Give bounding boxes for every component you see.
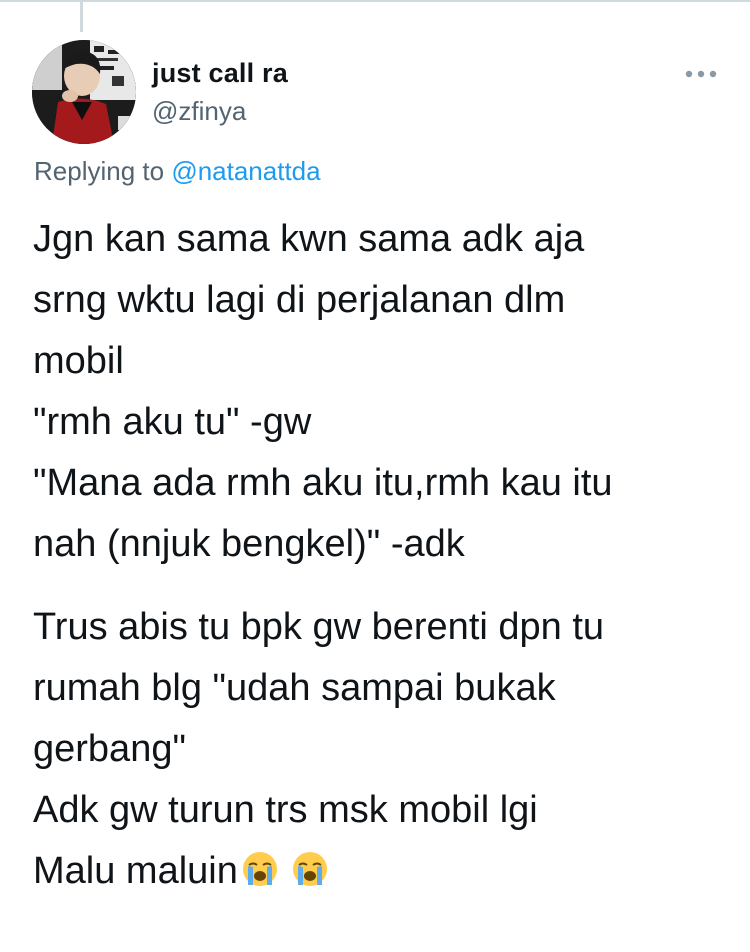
tweet-text-line: gerbang" [33, 728, 186, 770]
tweet-text-line: Trus abis tu bpk gw berenti dpn tu [33, 606, 605, 648]
avatar-image [32, 40, 136, 144]
tweet-text-last-line: Malu maluin [33, 841, 723, 902]
tweet-text-paragraph-1: Jgn kan sama kwn sama adk aja srng wktu … [33, 209, 723, 575]
tweet-text-paragraph-2: Trus abis tu bpk gw berenti dpn tu rumah… [33, 597, 723, 902]
author-name[interactable]: just call ra [152, 58, 288, 89]
thread-connector-line [80, 0, 83, 32]
tweet-text-last: Malu maluin [33, 850, 238, 892]
tweet-text-line: nah (nnjuk bengkel)" -adk [33, 523, 465, 565]
loudly-crying-face-icon [242, 852, 277, 886]
replying-prefix: Replying to [34, 156, 172, 186]
tweet-text-line: rumah blg "udah sampai bukak [33, 667, 556, 709]
loudly-crying-face-icon [292, 852, 327, 886]
author-handle[interactable]: @zfinya [152, 96, 246, 127]
avatar[interactable] [32, 40, 136, 144]
replying-to-label: Replying to @natanattda [34, 156, 321, 187]
top-divider [0, 0, 750, 2]
tweet-text-line: Jgn kan sama kwn sama adk aja [33, 218, 585, 260]
more-options-button[interactable] [681, 62, 721, 86]
tweet-text-line: srng wktu lagi di perjalanan dlm [33, 279, 566, 321]
reply-mention-link[interactable]: @natanattda [171, 156, 320, 186]
tweet-text-line: "rmh aku tu" -gw [33, 401, 312, 443]
tweet-text-line: mobil [33, 340, 124, 382]
tweet-text-line: Adk gw turun trs msk mobil lgi [33, 789, 538, 831]
tweet-text-line: "Mana ada rmh aku itu,rmh kau itu [33, 462, 613, 504]
more-horizontal-icon [685, 70, 717, 78]
